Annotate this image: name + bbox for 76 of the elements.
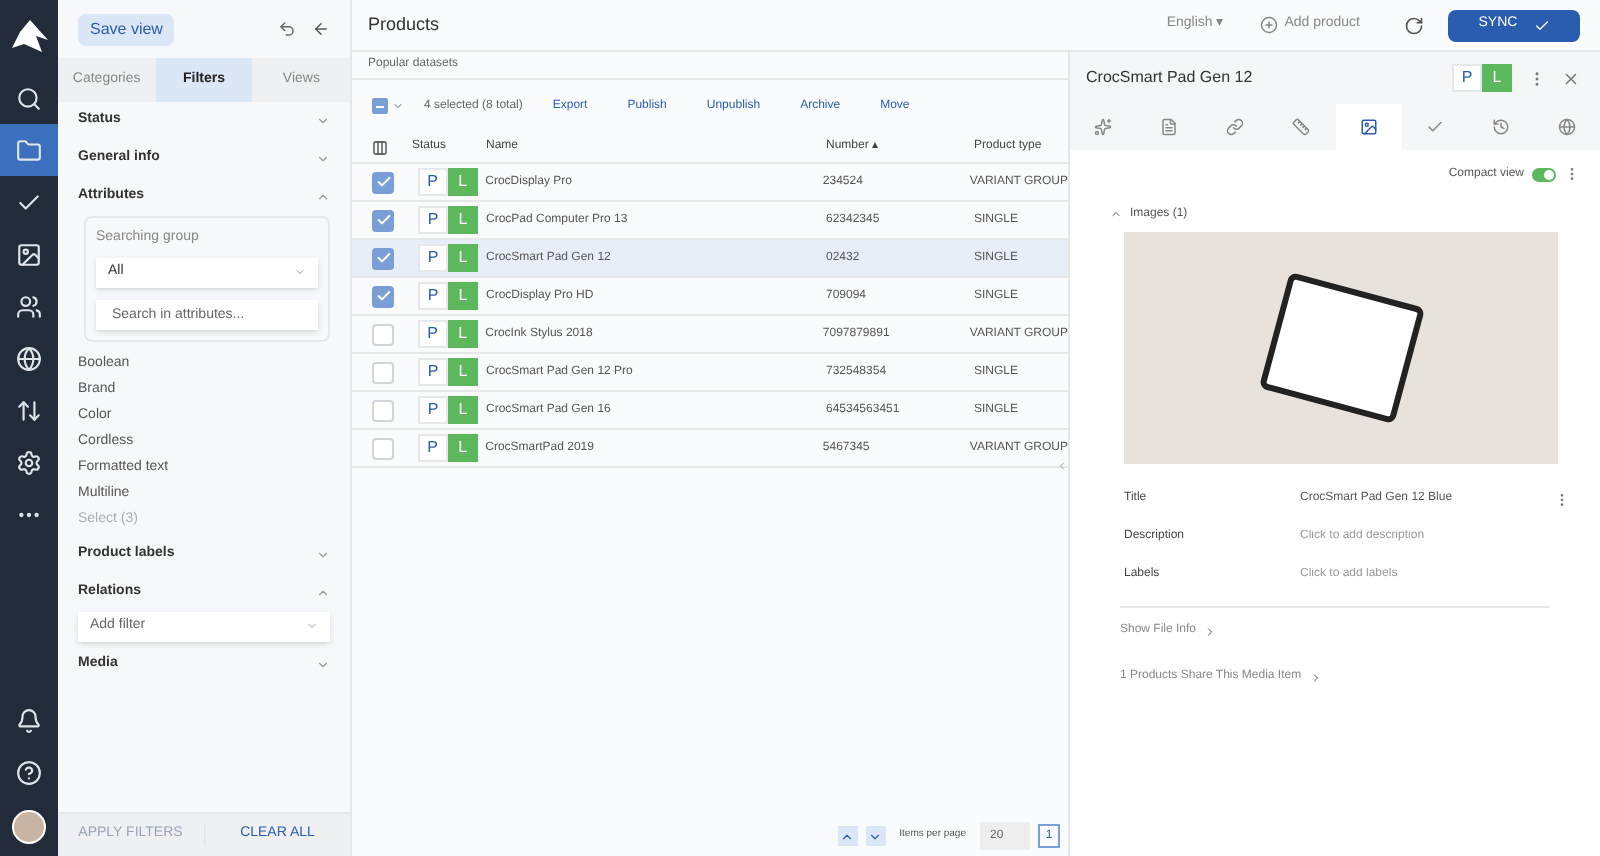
status-badge: L	[1482, 64, 1512, 92]
checkmark-icon	[16, 189, 42, 215]
checkbox[interactable]	[372, 209, 394, 231]
status-badge: P	[418, 282, 448, 310]
status-badge: L	[448, 358, 478, 386]
chevron-down-icon	[306, 620, 318, 632]
select-all-checkbox[interactable]	[372, 98, 388, 114]
columns-icon[interactable]	[372, 139, 388, 155]
search-icon	[16, 85, 42, 111]
users-icon	[16, 293, 42, 319]
status-badge: P	[1452, 64, 1482, 92]
chevron-up-icon	[1110, 208, 1122, 220]
status-badge: P	[418, 358, 448, 386]
status-badge: P	[418, 244, 448, 272]
close-icon[interactable]	[1562, 69, 1580, 87]
status-badge: P	[418, 396, 448, 424]
settings-icon	[16, 449, 42, 475]
save-view-button[interactable]: Save view	[78, 13, 175, 45]
chevron-up-icon	[316, 585, 330, 599]
avatar[interactable]	[12, 810, 46, 844]
status-badge: L	[447, 168, 478, 196]
chevron-left-icon	[1055, 460, 1067, 472]
scroll-up-button[interactable]	[837, 826, 858, 846]
plus-icon	[1260, 16, 1279, 34]
chevron-up-icon	[316, 190, 330, 204]
back-icon[interactable]	[312, 20, 330, 38]
detail-tab[interactable]	[1335, 104, 1402, 150]
status-badge: L	[448, 282, 478, 310]
globe-icon	[16, 345, 42, 371]
checkbox[interactable]	[372, 171, 394, 193]
help-icon	[16, 759, 42, 785]
checkbox[interactable]	[372, 361, 394, 383]
ruler-icon	[1292, 118, 1311, 136]
undo-icon[interactable]	[278, 20, 296, 38]
link-icon	[1226, 118, 1245, 136]
status-badge: L	[447, 320, 478, 348]
caret-icon[interactable]	[392, 100, 404, 112]
chevron-down-icon	[294, 266, 306, 278]
logo-icon	[11, 20, 47, 52]
image-icon	[16, 241, 42, 267]
document-icon	[1160, 118, 1179, 136]
refresh-icon[interactable]	[1404, 15, 1424, 35]
checkmark-icon	[1425, 118, 1444, 136]
status-badge: P	[417, 168, 448, 196]
chevron-up-icon	[840, 829, 855, 843]
chevron-down-icon	[316, 114, 330, 128]
globe-icon	[1557, 118, 1576, 136]
chevron-down-icon	[316, 547, 330, 561]
checkbox[interactable]	[372, 437, 394, 459]
history-icon	[1491, 118, 1510, 136]
sparkle-icon	[1094, 118, 1113, 136]
status-badge: L	[448, 396, 478, 424]
status-badge: P	[418, 206, 448, 234]
sort-icon	[16, 397, 42, 423]
checkbox[interactable]	[372, 323, 394, 345]
status-badge: L	[448, 244, 478, 272]
scroll-down-button[interactable]	[865, 826, 886, 846]
chevron-down-icon	[316, 152, 330, 166]
status-badge: P	[417, 320, 448, 348]
checkbox[interactable]	[372, 247, 394, 269]
image-icon	[1359, 118, 1378, 136]
chevron-down-icon	[868, 829, 883, 843]
compact-view-toggle[interactable]	[1532, 167, 1556, 181]
checkbox[interactable]	[372, 399, 394, 421]
status-badge: P	[417, 434, 448, 462]
detail-title: CrocSmart Pad Gen 12	[1086, 66, 1255, 90]
bell-icon	[16, 707, 42, 733]
page-title: Products	[368, 11, 440, 38]
status-badge: L	[448, 206, 478, 234]
chevron-right-icon	[1204, 625, 1217, 637]
chevron-right-icon	[1309, 671, 1322, 683]
checkmark-icon	[1533, 17, 1550, 33]
checkbox[interactable]	[372, 285, 394, 307]
chevron-down-icon	[316, 657, 330, 671]
folder-icon	[16, 137, 42, 163]
status-badge: L	[447, 434, 478, 462]
